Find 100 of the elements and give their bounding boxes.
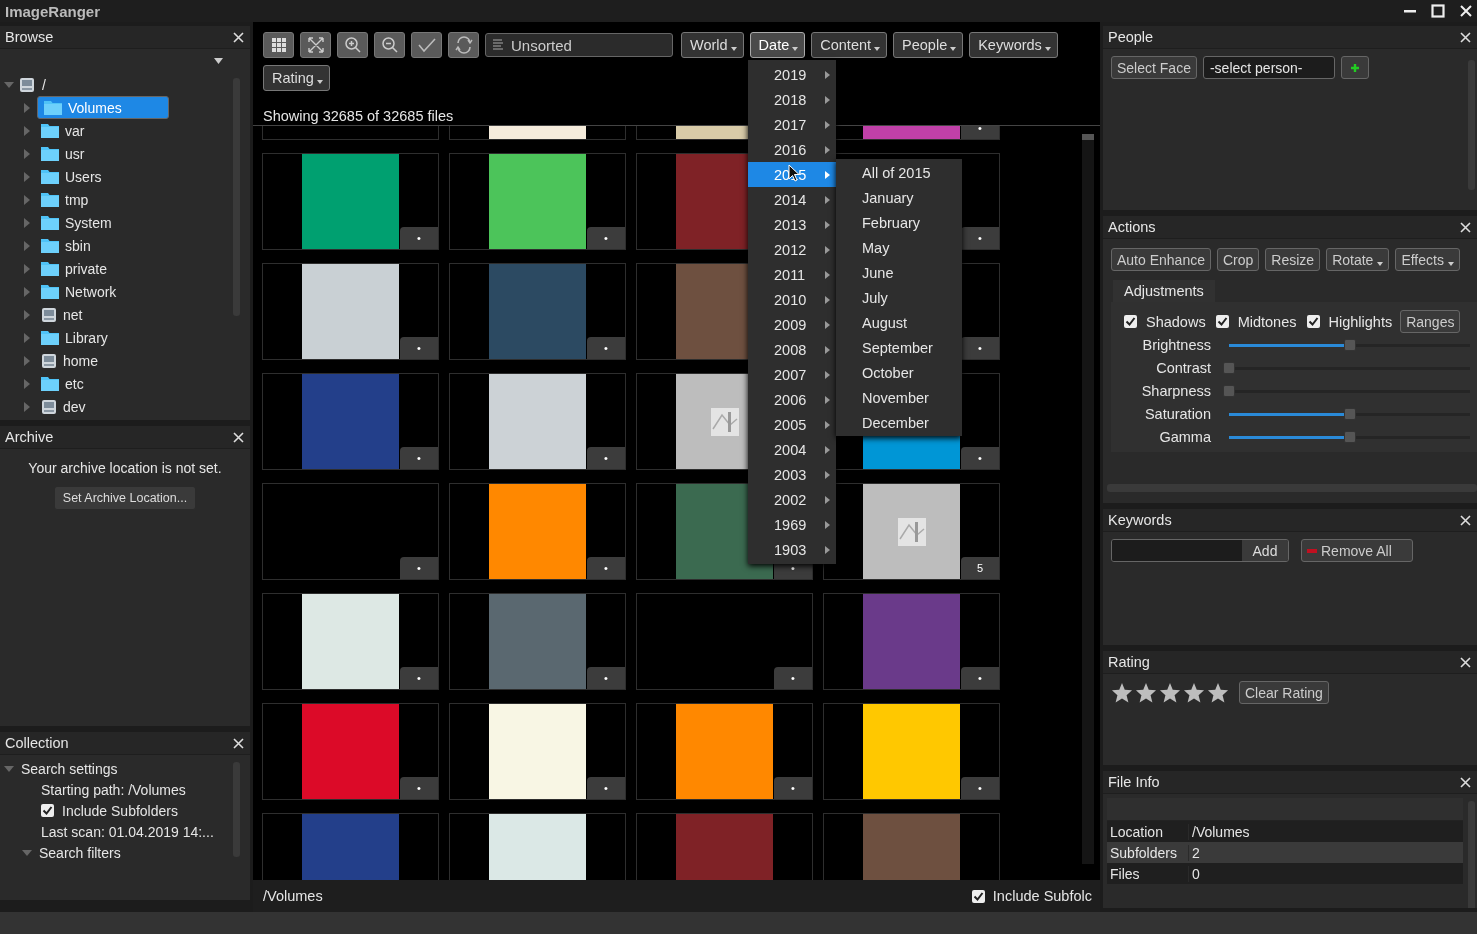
collapsed-arrow-icon[interactable]	[22, 332, 32, 343]
menu-item[interactable]: January	[836, 185, 962, 210]
slider-thumb[interactable]	[1343, 338, 1356, 351]
action-button[interactable]: Effects	[1395, 248, 1460, 271]
star-icon[interactable]	[1183, 682, 1205, 703]
slider-thumb[interactable]	[1343, 430, 1356, 443]
menu-item[interactable]: 2010	[748, 287, 836, 312]
person-select[interactable]: -select person-	[1202, 56, 1335, 79]
menu-item[interactable]: 2017	[748, 112, 836, 137]
tree-item[interactable]: Search filters	[39, 844, 121, 861]
tree-item[interactable]: sbin	[37, 235, 225, 256]
checkbox[interactable]	[1124, 315, 1137, 328]
action-button[interactable]: Rotate	[1326, 248, 1390, 271]
thumbnail[interactable]: •	[262, 153, 439, 250]
sort-field[interactable]: Unsorted	[485, 33, 673, 57]
thumbnail[interactable]: •	[823, 593, 1000, 690]
filter-dropdown[interactable]: World	[681, 32, 744, 58]
checkbox[interactable]	[971, 889, 985, 903]
close-icon[interactable]	[233, 737, 244, 749]
menu-item[interactable]: 2012	[748, 237, 836, 262]
clear-rating-button[interactable]: Clear Rating	[1239, 681, 1329, 704]
thumbnail[interactable]: •	[823, 703, 1000, 800]
menu-item[interactable]: September	[836, 335, 962, 360]
thumbnail[interactable]: •	[636, 703, 813, 800]
menu-item[interactable]: 2011	[748, 262, 836, 287]
dropdown-caret-icon[interactable]	[214, 58, 223, 64]
star-icon[interactable]	[1135, 682, 1157, 703]
collapsed-arrow-icon[interactable]	[22, 378, 32, 389]
close-icon[interactable]	[233, 431, 244, 443]
tree-item[interactable]: /	[40, 76, 46, 93]
filter-dropdown[interactable]: Date	[749, 32, 806, 58]
tree-item[interactable]: Network	[37, 281, 225, 302]
refresh-button[interactable]	[448, 32, 479, 58]
select-face-button[interactable]: Select Face	[1111, 56, 1197, 79]
thumbnail[interactable]: •	[262, 483, 439, 580]
expanded-arrow-icon[interactable]	[22, 847, 32, 858]
thumbnail[interactable]: •	[262, 263, 439, 360]
maximize-icon[interactable]	[1431, 4, 1445, 18]
thumbnail[interactable]: •	[262, 593, 439, 690]
scrollbar[interactable]	[1082, 134, 1094, 864]
filter-dropdown[interactable]: People	[893, 32, 964, 58]
collapsed-arrow-icon[interactable]	[22, 286, 32, 297]
checkbox[interactable]	[41, 804, 54, 817]
collapsed-arrow-icon[interactable]	[22, 240, 32, 251]
tree-item[interactable]: Last scan: 01.04.2019 14:...	[41, 823, 214, 840]
expanded-arrow-icon[interactable]	[4, 79, 14, 90]
collapsed-arrow-icon[interactable]	[22, 355, 32, 366]
checkbox[interactable]	[1215, 315, 1229, 328]
collapsed-arrow-icon[interactable]	[22, 309, 32, 320]
ranges-button[interactable]: Ranges	[1400, 310, 1461, 333]
thumbnail[interactable]: •	[449, 263, 626, 360]
tree-item[interactable]: Library	[37, 327, 225, 348]
thumbnail[interactable]: •	[449, 373, 626, 470]
tree-item[interactable]: Volumes	[37, 96, 169, 119]
add-person-button[interactable]	[1340, 56, 1369, 79]
menu-item[interactable]: February	[836, 210, 962, 235]
collapsed-arrow-icon[interactable]	[22, 401, 32, 412]
menu-item[interactable]: 2009	[748, 312, 836, 337]
menu-item[interactable]: 2016	[748, 137, 836, 162]
menu-item[interactable]: 2008	[748, 337, 836, 362]
zoom-in-button[interactable]	[337, 32, 368, 58]
grid-view-button[interactable]	[263, 32, 294, 58]
close-icon[interactable]	[1460, 514, 1471, 526]
tree-item[interactable]: etc	[37, 373, 225, 394]
menu-item[interactable]: All of 2015	[836, 160, 962, 185]
menu-item[interactable]: 2013	[748, 212, 836, 237]
scrollbar[interactable]	[1468, 801, 1475, 908]
thumbnail[interactable]: •	[449, 153, 626, 250]
menu-item[interactable]: May	[836, 235, 962, 260]
star-icon[interactable]	[1111, 682, 1133, 703]
thumbnail[interactable]: •	[262, 373, 439, 470]
tree-item[interactable]: dev	[37, 396, 225, 417]
close-icon[interactable]	[233, 31, 244, 43]
filter-dropdown[interactable]: Keywords	[969, 32, 1058, 58]
tree-item[interactable]: private	[37, 258, 225, 279]
tree-item[interactable]: tmp	[37, 189, 225, 210]
thumbnail[interactable]: 5	[823, 483, 1000, 580]
tree-item[interactable]: usr	[37, 143, 225, 164]
action-button[interactable]: Crop	[1216, 248, 1260, 271]
action-button[interactable]: Resize	[1265, 248, 1321, 271]
collapsed-arrow-icon[interactable]	[22, 217, 32, 228]
collapsed-arrow-icon[interactable]	[22, 148, 32, 159]
menu-item[interactable]: December	[836, 410, 962, 435]
close-icon[interactable]	[1460, 656, 1471, 668]
close-icon[interactable]	[1460, 221, 1471, 233]
menu-item[interactable]: August	[836, 310, 962, 335]
collapsed-arrow-icon[interactable]	[22, 125, 32, 136]
zoom-out-button[interactable]	[374, 32, 405, 58]
collapsed-arrow-icon[interactable]	[22, 194, 32, 205]
filter-dropdown[interactable]: Rating	[263, 65, 330, 91]
menu-item[interactable]: July	[836, 285, 962, 310]
slider-thumb[interactable]	[1343, 407, 1356, 420]
action-button[interactable]: Auto Enhance	[1111, 248, 1211, 271]
collapsed-arrow-icon[interactable]	[22, 171, 32, 182]
slider-thumb[interactable]	[1223, 384, 1235, 397]
tree-item[interactable]: var	[37, 120, 225, 141]
thumbnail[interactable]: •	[449, 703, 626, 800]
star-icon[interactable]	[1207, 682, 1229, 703]
tree-item[interactable]: Search settings	[21, 760, 118, 777]
tree-item[interactable]: Starting path: /Volumes	[41, 781, 186, 798]
